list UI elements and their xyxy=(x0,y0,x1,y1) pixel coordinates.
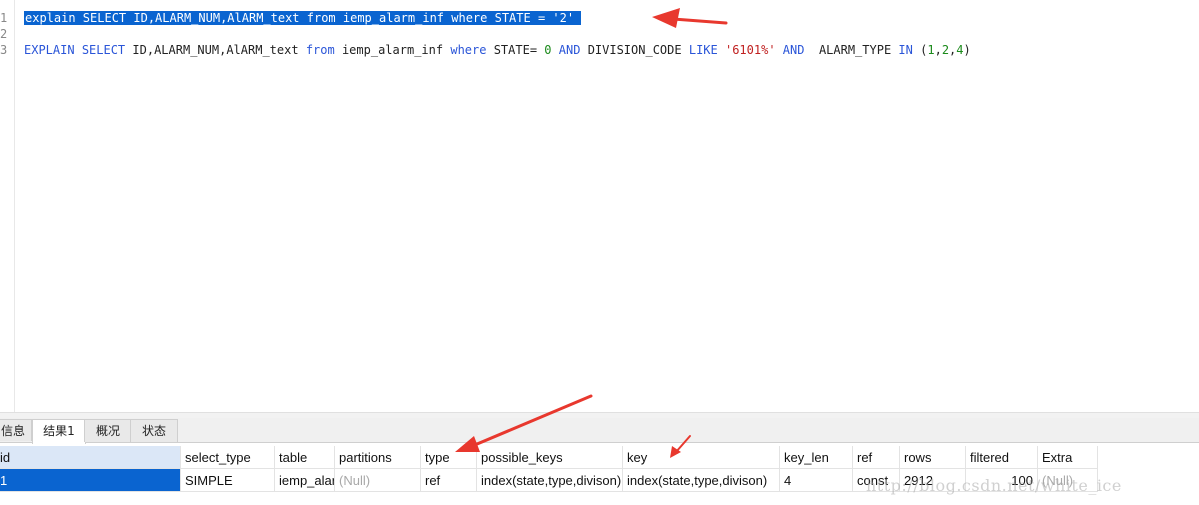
column-header-select-type[interactable]: select_type xyxy=(181,446,275,469)
column-header-extra[interactable]: Extra xyxy=(1038,446,1098,469)
comma: , xyxy=(934,43,942,57)
table-name: iemp_alarm_inf xyxy=(341,43,444,57)
keyword: AND xyxy=(782,43,805,57)
paren: ) xyxy=(963,43,971,57)
column-header-id[interactable]: id xyxy=(0,446,181,469)
line-number: 2 xyxy=(0,27,8,41)
tab-info[interactable]: 信息 xyxy=(0,419,32,441)
result-tabs: 信息 结果1 概况 状态 xyxy=(0,418,1199,444)
result-grid[interactable]: id select_type table partitions type pos… xyxy=(0,446,1199,505)
line-number: 3 xyxy=(0,43,8,57)
cell-extra[interactable]: (Null) xyxy=(1038,469,1098,492)
tab-status[interactable]: 状态 xyxy=(130,419,178,442)
column-header-possible-keys[interactable]: possible_keys xyxy=(477,446,623,469)
cell-key[interactable]: index(state,type,divison) xyxy=(623,469,780,492)
cell-key-len[interactable]: 4 xyxy=(780,469,853,492)
column-list: ID,ALARM_NUM,AlARM_text xyxy=(132,43,299,57)
code-line-3[interactable]: EXPLAIN SELECT ID,ALARM_NUM,AlARM_text f… xyxy=(24,42,971,58)
keyword: from xyxy=(305,43,335,57)
sql-editor[interactable]: 1 2 3 explain SELECT ID,ALARM_NUM,AlARM_… xyxy=(0,0,1199,412)
column-header-filtered[interactable]: filtered xyxy=(966,446,1038,469)
identifier: DIVISION_CODE xyxy=(587,43,682,57)
column-header-partitions[interactable]: partitions xyxy=(335,446,421,469)
number-literal: 4 xyxy=(956,43,964,57)
column-header-table[interactable]: table xyxy=(275,446,335,469)
cell-table[interactable]: iemp_alarm_inf xyxy=(275,469,335,492)
cell-ref[interactable]: const xyxy=(853,469,900,492)
keyword: EXPLAIN xyxy=(24,43,75,57)
keyword: IN xyxy=(898,43,913,57)
cell-type[interactable]: ref xyxy=(421,469,477,492)
line-number: 1 xyxy=(0,11,8,25)
cell-id[interactable]: 1 xyxy=(0,469,181,492)
tab-result-1[interactable]: 结果1 xyxy=(32,419,86,444)
cell-partitions[interactable]: (Null) xyxy=(335,469,421,492)
keyword: AND xyxy=(558,43,581,57)
string-literal: '6101%' xyxy=(724,43,776,57)
keyword: LIKE xyxy=(688,43,718,57)
identifier: ALARM_TYPE xyxy=(818,43,892,57)
cell-rows[interactable]: 2912 xyxy=(900,469,966,492)
column-header-type[interactable]: type xyxy=(421,446,477,469)
column-header-ref[interactable]: ref xyxy=(853,446,900,469)
cell-filtered[interactable]: 100 xyxy=(966,469,1038,492)
number-literal: 2 xyxy=(941,43,950,57)
tab-profile[interactable]: 概况 xyxy=(84,419,132,442)
keyword: SELECT xyxy=(81,43,126,57)
selected-sql-text[interactable]: explain SELECT ID,ALARM_NUM,AlARM_text f… xyxy=(24,11,582,25)
keyword: where xyxy=(450,43,487,57)
cell-possible-keys[interactable]: index(state,type,divison) xyxy=(477,469,623,492)
column-header-key-len[interactable]: key_len xyxy=(780,446,853,469)
number-literal: 0 xyxy=(544,43,552,57)
code-line-1[interactable]: explain SELECT ID,ALARM_NUM,AlARM_text f… xyxy=(24,10,582,26)
number-literal: 1 xyxy=(927,43,935,57)
cell-select-type[interactable]: SIMPLE xyxy=(181,469,275,492)
identifier: STATE= xyxy=(493,43,538,57)
column-header-key[interactable]: key xyxy=(623,446,780,469)
column-header-rows[interactable]: rows xyxy=(900,446,966,469)
line-number-gutter: 1 2 3 xyxy=(0,0,15,412)
